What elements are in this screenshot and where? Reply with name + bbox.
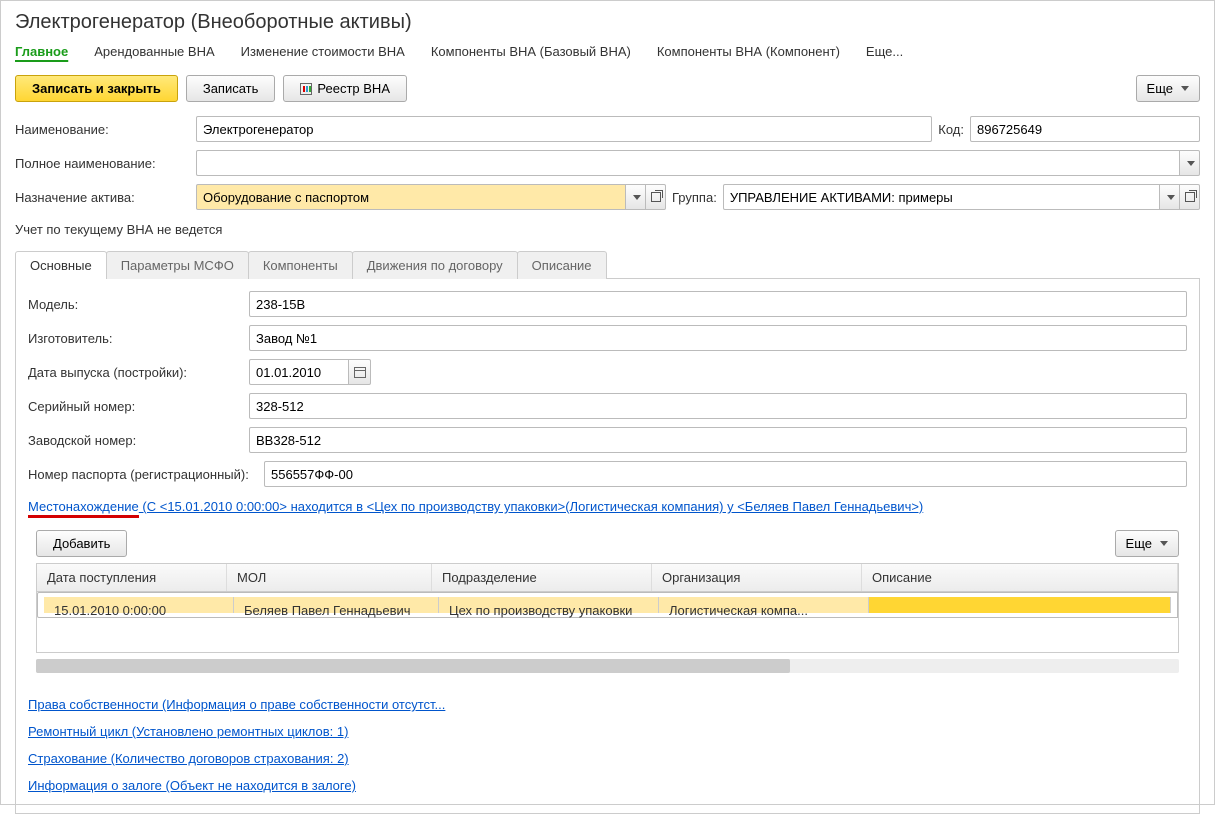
registry-label: Реестр ВНА [317, 81, 390, 96]
col-organization[interactable]: Организация [652, 564, 862, 591]
save-button[interactable]: Записать [186, 75, 276, 102]
group-dropdown-button[interactable] [1160, 184, 1180, 210]
location-highlight: Местонахождение [28, 499, 139, 518]
col-description[interactable]: Описание [862, 564, 1178, 591]
tab-components-comp[interactable]: Компоненты ВНА (Компонент) [657, 44, 840, 59]
page-title: Электрогенератор (Внеоборотные активы) [15, 11, 1200, 34]
registry-icon [300, 83, 312, 95]
chevron-down-icon [633, 195, 641, 200]
purpose-dropdown-button[interactable] [626, 184, 646, 210]
horizontal-scrollbar[interactable] [36, 659, 1179, 673]
save-close-button[interactable]: Записать и закрыть [15, 75, 178, 102]
grid-more-button[interactable]: Еще [1115, 530, 1179, 557]
cell-organization: Логистическая компа... [659, 597, 869, 613]
group-input[interactable] [723, 184, 1160, 210]
purpose-open-button[interactable] [646, 184, 666, 210]
name-input[interactable] [196, 116, 932, 142]
open-icon [651, 192, 661, 202]
cell-description [869, 597, 1171, 613]
scrollbar-thumb[interactable] [36, 659, 790, 673]
content-panel: Модель: Изготовитель: Дата выпуска (пост… [15, 279, 1200, 814]
passport-label: Номер паспорта (регистрационный): [28, 467, 258, 482]
chevron-down-icon [1187, 161, 1195, 166]
passport-input[interactable] [264, 461, 1187, 487]
toolbar: Записать и закрыть Записать Реестр ВНА Е… [15, 75, 1200, 102]
subtab-components[interactable]: Компоненты [248, 251, 353, 279]
group-open-button[interactable] [1180, 184, 1200, 210]
open-icon [1185, 192, 1195, 202]
tab-more[interactable]: Еще... [866, 44, 903, 59]
manufacturer-label: Изготовитель: [28, 331, 243, 346]
cell-department: Цех по производству упаковки [439, 597, 659, 613]
col-mol[interactable]: МОЛ [227, 564, 432, 591]
fullname-label: Полное наименование: [15, 156, 190, 171]
name-label: Наименование: [15, 122, 190, 137]
production-date-label: Дата выпуска (постройки): [28, 365, 243, 380]
factory-label: Заводской номер: [28, 433, 243, 448]
col-date[interactable]: Дата поступления [37, 564, 227, 591]
purpose-input[interactable] [196, 184, 626, 210]
cell-date: 15.01.2010 0:00:00 [44, 597, 234, 613]
sub-tabs: Основные Параметры МСФО Компоненты Движе… [15, 251, 1200, 279]
nav-tabs: Главное Арендованные ВНА Изменение стоим… [15, 44, 1200, 61]
purpose-label: Назначение актива: [15, 190, 190, 205]
chevron-down-icon [1181, 86, 1189, 91]
subtab-description[interactable]: Описание [517, 251, 607, 279]
factory-input[interactable] [249, 427, 1187, 453]
pledge-link[interactable]: Информация о залоге (Объект не находится… [28, 778, 1187, 793]
model-input[interactable] [249, 291, 1187, 317]
col-department[interactable]: Подразделение [432, 564, 652, 591]
cell-mol: Беляев Павел Геннадьевич [234, 597, 439, 613]
location-section-link[interactable]: Местонахождение (С <15.01.2010 0:00:00> … [28, 499, 1187, 518]
subtab-msfo[interactable]: Параметры МСФО [106, 251, 249, 279]
more-button[interactable]: Еще [1136, 75, 1200, 102]
chevron-down-icon [1167, 195, 1175, 200]
chevron-down-icon [1160, 541, 1168, 546]
calendar-button[interactable] [349, 359, 371, 385]
ownership-link[interactable]: Права собственности (Информация о праве … [28, 697, 1187, 712]
fullname-dropdown-button[interactable] [1180, 150, 1200, 176]
insurance-link[interactable]: Страхование (Количество договоров страхо… [28, 751, 1187, 766]
location-title-rest: (С <15.01.2010 0:00:00> находится в <Цех… [139, 499, 923, 514]
group-label: Группа: [672, 190, 717, 205]
more-label: Еще [1147, 81, 1173, 96]
table-row[interactable]: 15.01.2010 0:00:00 Беляев Павел Геннадье… [37, 592, 1178, 618]
location-grid: Дата поступления МОЛ Подразделение Орган… [36, 563, 1179, 653]
calendar-icon [354, 367, 366, 378]
model-label: Модель: [28, 297, 243, 312]
tab-main[interactable]: Главное [15, 44, 68, 59]
subtab-main[interactable]: Основные [15, 251, 107, 279]
registry-button[interactable]: Реестр ВНА [283, 75, 407, 102]
subtab-contract-moves[interactable]: Движения по договору [352, 251, 518, 279]
serial-label: Серийный номер: [28, 399, 243, 414]
serial-input[interactable] [249, 393, 1187, 419]
tab-components-base[interactable]: Компоненты ВНА (Базовый ВНА) [431, 44, 631, 59]
add-button[interactable]: Добавить [36, 530, 127, 557]
code-input[interactable] [970, 116, 1200, 142]
repair-cycle-link[interactable]: Ремонтный цикл (Установлено ремонтных ци… [28, 724, 1187, 739]
accounting-note: Учет по текущему ВНА не ведется [15, 222, 1200, 237]
code-label: Код: [938, 122, 964, 137]
tab-rented[interactable]: Арендованные ВНА [94, 44, 214, 59]
tab-cost-change[interactable]: Изменение стоимости ВНА [241, 44, 405, 59]
production-date-input[interactable] [249, 359, 349, 385]
grid-more-label: Еще [1126, 536, 1152, 551]
manufacturer-input[interactable] [249, 325, 1187, 351]
fullname-input[interactable] [196, 150, 1180, 176]
